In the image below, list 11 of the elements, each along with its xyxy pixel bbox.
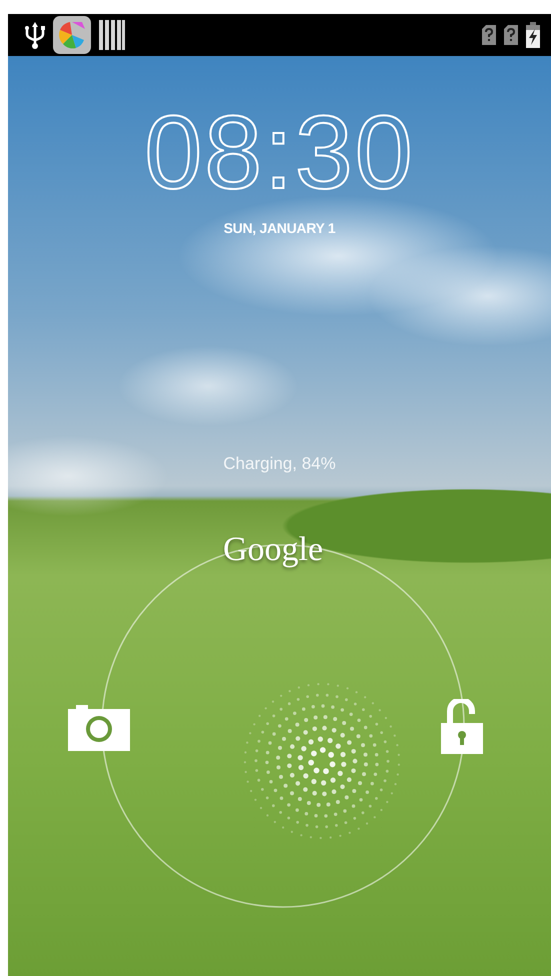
sim-card-icon [503, 24, 519, 46]
clock-time: 08:30 [144, 98, 415, 208]
bars-icon [98, 19, 126, 51]
usb-icon [24, 20, 46, 50]
sim-card-icon [481, 24, 497, 46]
app-icon [52, 15, 92, 55]
search-label[interactable]: Google [223, 531, 324, 569]
charging-status: Charging, 84% [223, 454, 336, 474]
unlock-icon[interactable] [440, 699, 484, 755]
clock-date: SUN, JANUARY 1 [224, 220, 336, 236]
battery-charging-icon [525, 21, 541, 49]
